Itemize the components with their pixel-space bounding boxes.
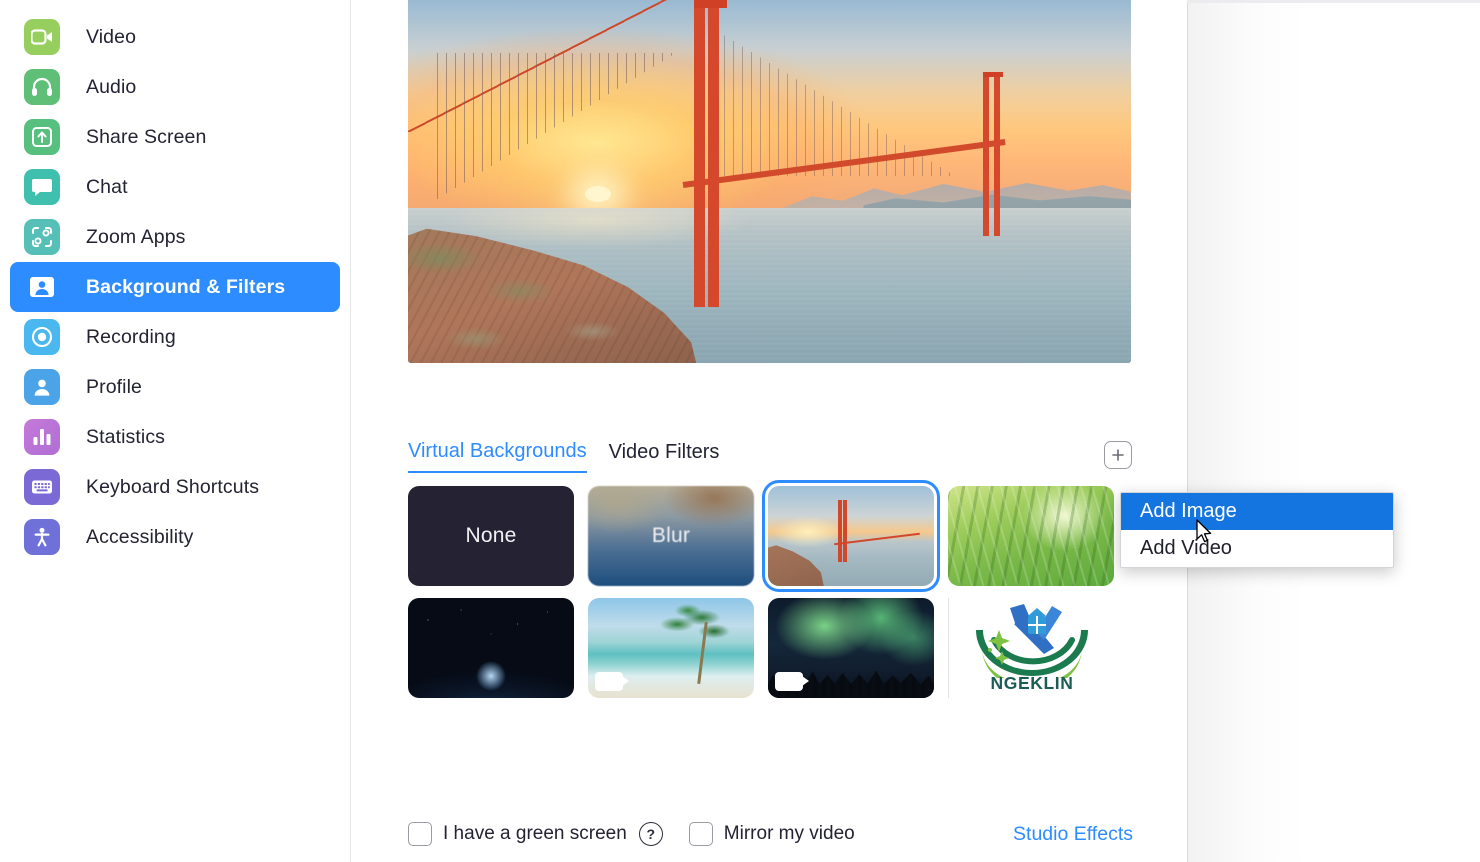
mirror-video-checkbox[interactable] [688,822,713,846]
sidebar-item-label: Recording [86,325,176,348]
zoom-apps-icon [24,219,60,255]
headphones-icon [24,69,60,105]
thumbnail-row-1: None Blur [408,480,1148,592]
ngeklin-logo-icon [976,604,1088,690]
person-portrait-icon [24,269,60,305]
video-preview [408,0,1131,363]
background-tabs: Virtual Backgrounds Video Filters [408,440,719,473]
thumbnail-label: None [465,524,517,547]
sidebar-item-label: Audio [86,75,137,98]
sidebar-item-chat[interactable]: Chat [10,162,340,212]
tab-virtual-backgrounds[interactable]: Virtual Backgrounds [408,440,587,473]
chat-bubble-icon [24,169,60,205]
thumbnail-aurora-forest[interactable] [768,598,934,698]
thumbnail-bridge-deck [834,532,921,546]
thumbnail-earth-from-space[interactable] [408,598,574,698]
menu-item-add-video[interactable]: Add Video [1121,530,1393,567]
zoom-settings-window: Video Audio Share Screen Chat Zoom Apps [0,0,1480,862]
sidebar-item-video[interactable]: Video [10,12,340,62]
bridge-tower-far-leg-a [982,76,989,236]
sidebar-item-label: Video [86,25,137,48]
mirror-video-label: Mirror my video [723,823,855,844]
sidebar-item-keyboard-shortcuts[interactable]: Keyboard Shortcuts [10,462,340,512]
sidebar-item-label: Accessibility [86,525,194,548]
keyboard-icon [24,469,60,505]
bridge-tower-near-crossbeam [693,0,727,8]
help-question-icon[interactable]: ? [638,822,663,846]
thumbnail-row-2: NGEKLIN [408,598,1148,698]
record-circle-icon [24,319,60,355]
bridge-tower-far-leg-b [993,76,1000,236]
add-background-button[interactable] [1104,441,1132,469]
bottom-controls: I have a green screen ? Mirror my video … [408,822,1133,846]
thumbnail-tropical-beach[interactable] [588,598,754,698]
ngeklin-logo-mark: NGEKLIN [966,600,1098,696]
sidebar-item-statistics[interactable]: Statistics [10,412,340,462]
accessibility-person-icon [24,519,60,555]
menu-item-add-image[interactable]: Add Image [1121,493,1393,530]
thumbnail-bridge-tower [837,500,842,562]
sidebar-item-accessibility[interactable]: Accessibility [10,512,340,562]
sidebar-item-audio[interactable]: Audio [10,62,340,112]
studio-effects-link[interactable]: Studio Effects [1013,823,1133,846]
background-thumbnail-grid: None Blur NGEKLIN [408,480,1148,710]
sidebar-item-profile[interactable]: Profile [10,362,340,412]
thumbnail-label: Blur [651,524,691,547]
green-screen-checkbox[interactable] [408,822,432,846]
settings-sidebar: Video Audio Share Screen Chat Zoom Apps [0,0,351,862]
thumbnail-bridge-tower-2 [842,500,847,562]
tab-video-filters[interactable]: Video Filters [609,441,720,472]
add-background-context-menu: Add Image Add Video [1120,492,1394,568]
bridge-tower-near-leg-b [708,4,720,308]
thumbnail-golden-gate-bridge[interactable] [762,480,940,592]
person-icon [24,369,60,405]
sidebar-item-label: Profile [86,375,142,398]
video-badge-icon [775,672,809,691]
bridge-tower-near-leg-a [693,4,705,308]
right-panel-top-divider [1187,0,1480,3]
sidebar-item-label: Background & Filters [86,275,286,298]
sidebar-item-background-and-filters[interactable]: Background & Filters [10,262,340,312]
thumbnail-none[interactable]: None [408,486,574,586]
sidebar-item-recording[interactable]: Recording [10,312,340,362]
green-screen-label: I have a green screen [443,823,627,844]
thumbnail-grass-dew[interactable] [948,486,1114,586]
bar-chart-icon [24,419,60,455]
ngeklin-logo-text: NGEKLIN [990,673,1074,693]
thumbnail-blur[interactable]: Blur [588,486,754,586]
golden-gate-bridge-preview-image [408,0,1131,363]
plus-icon [1112,449,1124,461]
share-screen-up-arrow-icon [24,119,60,155]
sidebar-item-label: Statistics [86,425,166,448]
bridge-hanger-ropes-left [436,52,698,212]
palm-tree-foliage [654,602,731,688]
sidebar-item-label: Share Screen [86,125,207,148]
bridge-tower-far-crossbeam [982,72,1003,78]
thumbnail-ngeklin-logo[interactable]: NGEKLIN [948,598,1115,698]
sidebar-item-label: Keyboard Shortcuts [86,475,260,498]
video-camera-icon [24,19,60,55]
sidebar-item-share-screen[interactable]: Share Screen [10,112,340,162]
sidebar-item-label: Chat [86,175,128,198]
sidebar-item-label: Zoom Apps [86,225,186,248]
sidebar-item-zoom-apps[interactable]: Zoom Apps [10,212,340,262]
video-badge-icon [595,672,629,691]
right-side-panel [1187,0,1480,862]
